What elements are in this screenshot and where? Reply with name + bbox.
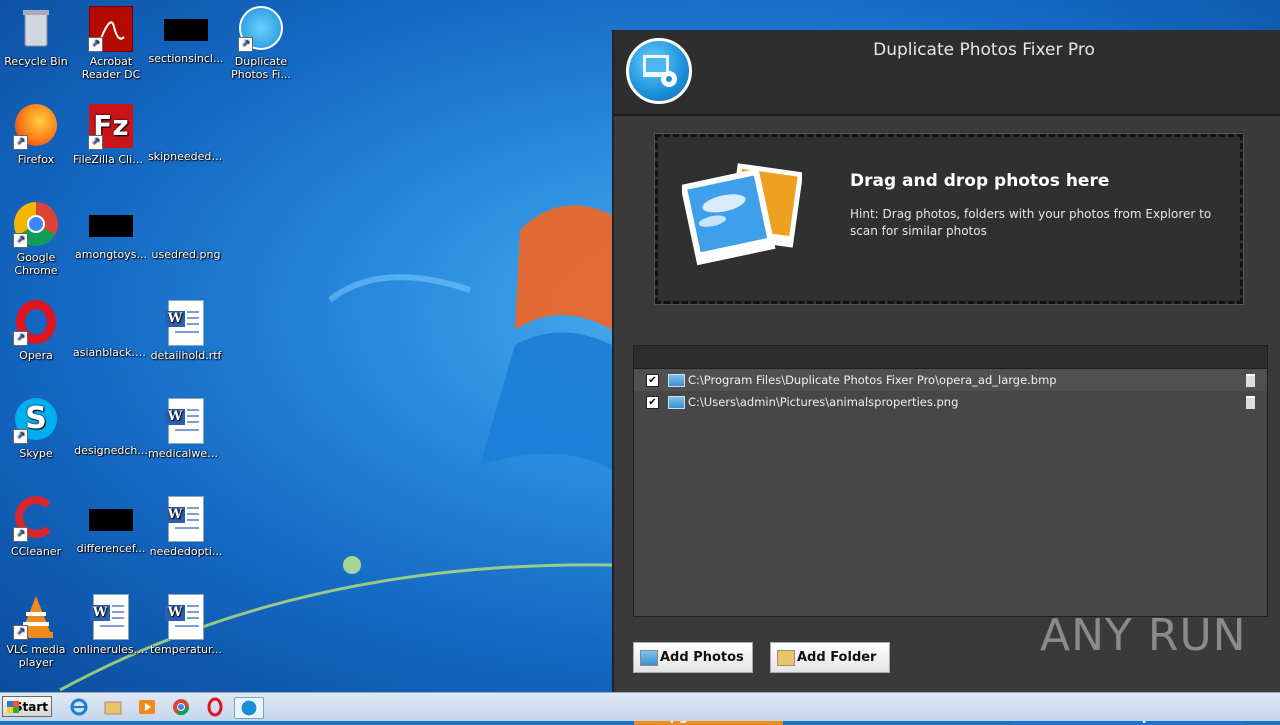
anyrun-watermark: ANY RUN	[1040, 610, 1247, 661]
item-checkbox[interactable]: ✔	[646, 374, 659, 387]
acrobat-reader-icon[interactable]: ↗ Acrobat Reader DC	[73, 6, 149, 81]
file-temperatur-icon[interactable]: W temperatur...	[148, 594, 224, 656]
file-thumbnail-icon	[88, 411, 134, 433]
app-header: Duplicate Photos Fixer Pro	[614, 30, 1280, 116]
file-sectionsincl-icon[interactable]: sectionsincl...	[148, 6, 224, 65]
shortcut-arrow-icon: ↗	[238, 37, 253, 52]
filezilla-icon[interactable]: Fz ↗ FileZilla Client	[73, 104, 149, 166]
start-button[interactable]: Start	[2, 696, 52, 717]
media-player-icon[interactable]	[136, 697, 158, 717]
google-chrome-icon[interactable]: ↗ Google Chrome	[0, 202, 74, 277]
file-onlinerules-icon[interactable]: W onlinerules.rtf	[73, 594, 149, 656]
file-list: ✔ C:\Program Files\Duplicate Photos Fixe…	[633, 345, 1268, 617]
dropzone-hint: Hint: Drag photos, folders with your pho…	[850, 207, 1212, 238]
list-item[interactable]: ✔ C:\Program Files\Duplicate Photos Fixe…	[634, 369, 1267, 391]
shortcut-arrow-icon: ↗	[13, 625, 28, 640]
file-skipneeded-icon[interactable]: skipneeded....	[148, 104, 224, 163]
file-usedred-icon[interactable]: usedred.png	[148, 202, 224, 261]
taskbar: Start	[0, 692, 1280, 721]
duplicate-photos-icon[interactable]	[234, 697, 264, 719]
word-document-icon: W	[90, 594, 129, 640]
file-neededopti-icon[interactable]: W neededopti...	[148, 496, 224, 558]
firefox-icon[interactable]: ↗ Firefox	[0, 104, 74, 166]
file-thumbnail-icon	[89, 509, 133, 531]
shortcut-arrow-icon: ↗	[13, 527, 28, 542]
shortcut-arrow-icon: ↗	[13, 233, 28, 248]
trash-icon[interactable]	[1246, 396, 1255, 409]
windows-logo-icon	[7, 701, 19, 713]
file-designedch-icon[interactable]: designedch...	[73, 398, 149, 457]
add-folder-button[interactable]: Add Folder	[770, 642, 890, 673]
item-checkbox[interactable]: ✔	[646, 396, 659, 409]
photo-dropzone[interactable]: Drag and drop photos here Hint: Drag pho…	[654, 133, 1244, 305]
word-document-icon: W	[165, 594, 204, 640]
opera-icon[interactable]	[204, 697, 226, 717]
file-thumbnail-icon	[163, 215, 209, 237]
word-document-icon: W	[165, 300, 204, 346]
image-file-icon	[668, 396, 685, 409]
file-amongtoys-icon[interactable]: amongtoys...	[73, 202, 149, 261]
opera-icon[interactable]: ↗ Opera	[0, 300, 74, 362]
file-thumbnail-icon	[89, 215, 133, 237]
explorer-icon[interactable]	[102, 697, 124, 717]
shortcut-arrow-icon: ↗	[88, 37, 103, 52]
shortcut-arrow-icon: ↗	[13, 429, 28, 444]
skype-icon[interactable]: S ↗ Skype	[0, 398, 74, 460]
photos-illustration-icon	[680, 157, 804, 267]
add-photos-button[interactable]: Add Photos	[633, 642, 753, 673]
shortcut-arrow-icon: ↗	[13, 331, 28, 346]
app-logo-icon	[626, 38, 692, 104]
duplicate-photos-fixer-icon[interactable]: ↗ Duplicate Photos Fi...	[223, 6, 299, 81]
file-list-header	[634, 346, 1267, 369]
folder-icon	[777, 650, 795, 666]
chrome-icon[interactable]	[170, 697, 192, 717]
file-path: C:\Program Files\Duplicate Photos Fixer …	[688, 373, 1057, 387]
trash-icon[interactable]	[1246, 374, 1255, 387]
ie-icon[interactable]	[68, 697, 90, 717]
dropzone-title: Drag and drop photos here	[850, 171, 1110, 191]
list-item[interactable]: ✔ C:\Users\admin\Pictures\animalspropert…	[634, 391, 1267, 413]
file-asianblack-icon[interactable]: asianblack.png	[73, 300, 149, 359]
file-differencef-icon[interactable]: differencef...	[73, 496, 149, 555]
word-document-icon: W	[165, 398, 204, 444]
shortcut-arrow-icon: ↗	[88, 135, 103, 150]
file-path: C:\Users\admin\Pictures\animalspropertie…	[688, 395, 959, 409]
duplicate-photos-fixer-window: Duplicate Photos Fixer Pro Drag and drop…	[612, 30, 1280, 725]
word-document-icon: W	[165, 496, 204, 542]
ccleaner-icon[interactable]: ↗ CCleaner	[0, 496, 74, 558]
file-thumbnail-icon	[88, 313, 134, 335]
file-thumbnail-icon	[164, 19, 208, 41]
file-medicalwent-icon[interactable]: W medicalwent...	[148, 398, 224, 460]
file-detailhold-icon[interactable]: W detailhold.rtf	[148, 300, 224, 362]
file-thumbnail-icon	[163, 117, 209, 139]
image-file-icon	[668, 374, 685, 387]
vlc-media-player-icon[interactable]: ↗ VLC media player	[0, 594, 74, 669]
recycle-bin-icon[interactable]: Recycle Bin	[0, 6, 74, 68]
app-title: Duplicate Photos Fixer Pro	[873, 40, 1095, 60]
photo-icon	[640, 650, 658, 666]
shortcut-arrow-icon: ↗	[13, 135, 28, 150]
